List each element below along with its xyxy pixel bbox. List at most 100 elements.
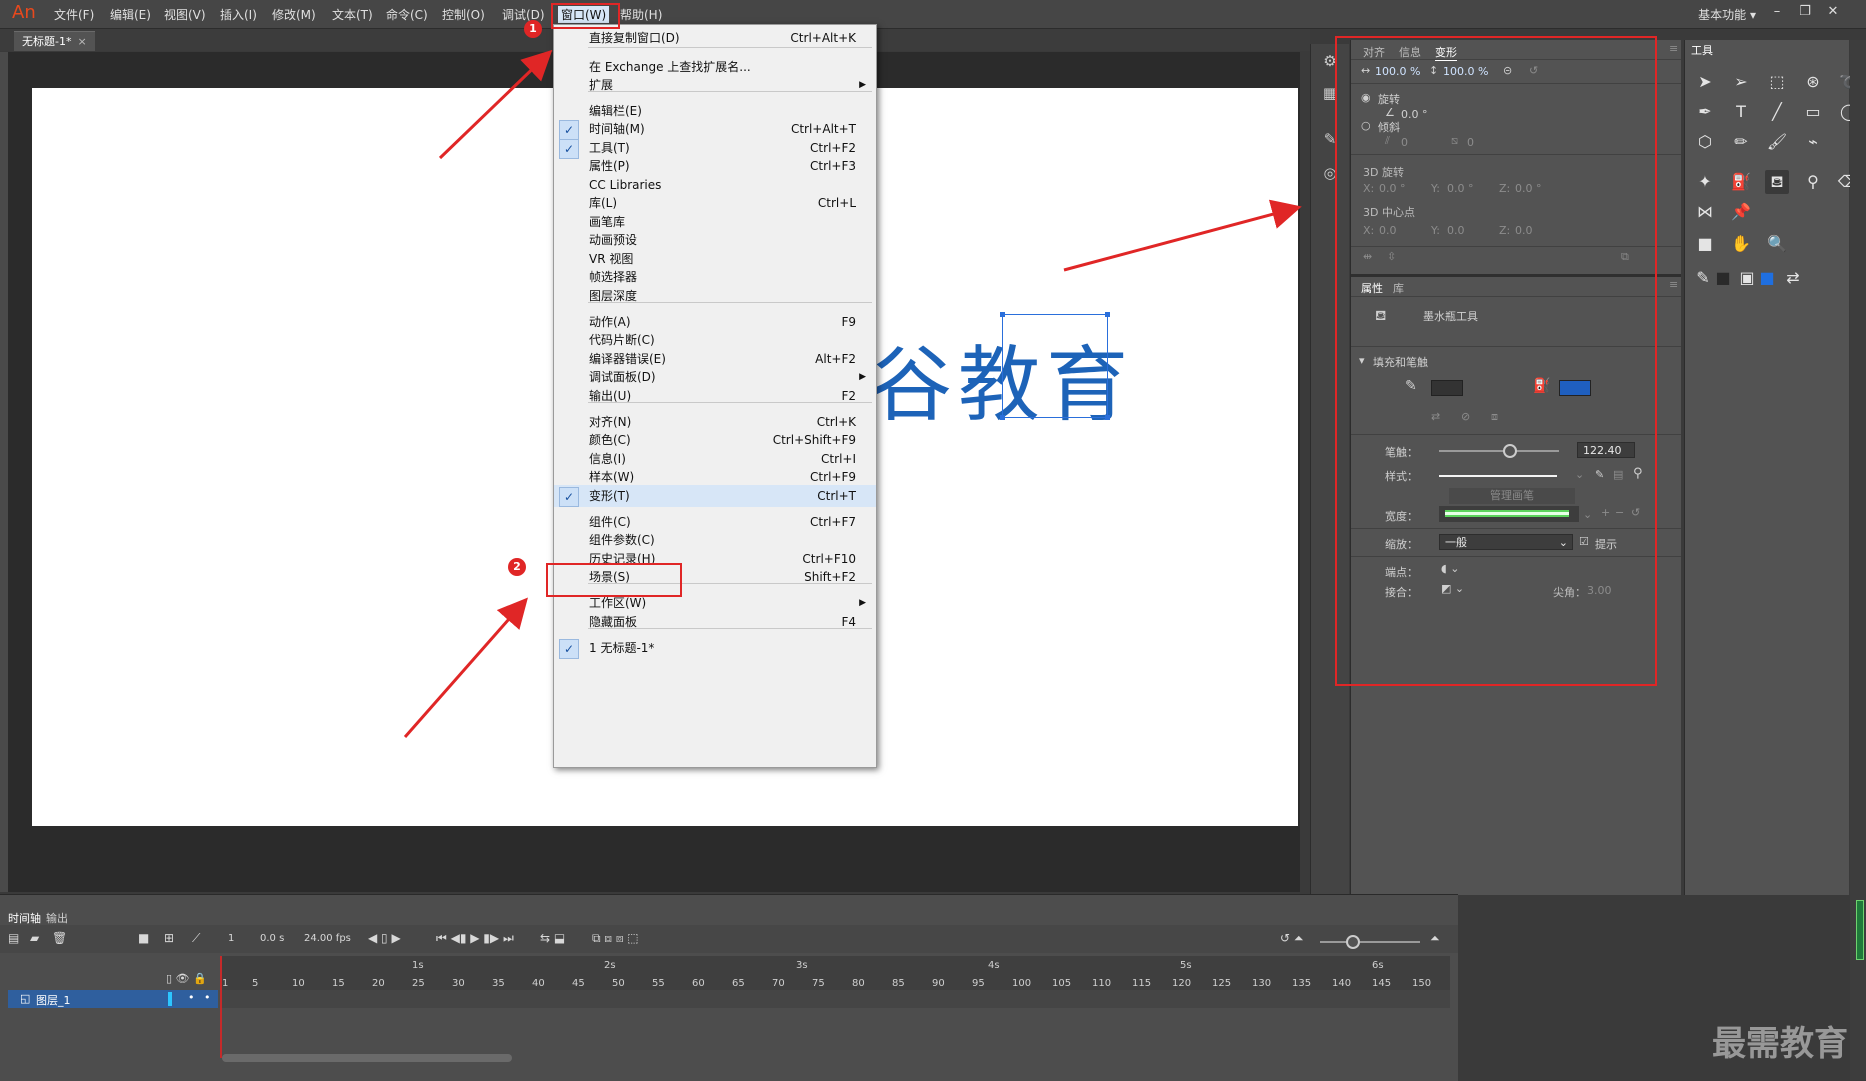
current-time[interactable]: 0.0 s [260, 933, 284, 944]
menu-item-7[interactable]: 控制(O) [442, 6, 485, 23]
timeline-frame-tick: 135 [1292, 978, 1312, 989]
zoom-tool-icon[interactable]: 🔍 [1765, 232, 1789, 256]
pin-tool-icon[interactable]: 📌 [1729, 200, 1753, 224]
panel-menu-icon[interactable]: ≡ [1669, 42, 1678, 55]
tab-timeline[interactable]: 时间轴 [8, 910, 41, 926]
close-icon[interactable]: ✕ [1822, 4, 1844, 22]
timeline-frame-tick: 1 [222, 978, 229, 989]
ink-bottle-tool-icon[interactable]: ⛾ [1765, 170, 1789, 194]
annotation-highlight-transform-item [546, 563, 682, 597]
window-menu-item-label: 扩展 [589, 78, 614, 92]
line-tool-icon[interactable]: ╱ [1765, 100, 1789, 124]
window-menu-item-label: 直接复制窗口(D) [589, 31, 680, 45]
timeline-frame-tick: 120 [1172, 978, 1192, 989]
layer-name[interactable]: 图层_1 [36, 992, 71, 1008]
menu-item-0[interactable]: 文件(F) [54, 6, 94, 23]
current-frame[interactable]: 1 [228, 933, 234, 944]
delete-layer-icon[interactable]: 🗑 [52, 931, 67, 945]
prev-frame-icon[interactable]: ◀ ▯ ▶ [368, 931, 401, 945]
window-menu-item-shortcut: Shift+F2 [804, 570, 856, 584]
zoom-slider-track[interactable] [1320, 941, 1420, 943]
window-menu-item[interactable]: 隐藏面板 F4 [554, 611, 876, 633]
window-menu-item[interactable]: ✓ 1 无标题-1* [554, 637, 876, 659]
timeline-frame-tick: 35 [492, 978, 505, 989]
selection-handle[interactable] [1105, 415, 1110, 420]
fit-icon[interactable]: ⏶ [1430, 931, 1440, 946]
timeline-second-label: 6s [1372, 960, 1384, 971]
document-tab[interactable]: 无标题-1* × [14, 31, 95, 51]
graph-icon[interactable]: ⟋ [192, 931, 200, 946]
playback-controls[interactable]: ⏮ ◀▮ ▶ ▮▶ ⏭ [436, 931, 514, 946]
menu-item-4[interactable]: 修改(M) [272, 6, 316, 23]
window-menu-item[interactable]: 图层深度 [554, 285, 876, 307]
window-menu-item[interactable]: 输出(U) F2 [554, 385, 876, 407]
zoom-slider-knob[interactable] [1346, 935, 1360, 949]
3d-rotation-tool-icon[interactable]: ⊛ [1801, 70, 1825, 94]
pen-tool-icon[interactable]: ✒ [1693, 100, 1717, 124]
workspace-switcher[interactable]: 基本功能 ▾ [1698, 6, 1756, 23]
window-menu-item-label: 1 无标题-1* [589, 641, 655, 655]
show-hide-icon[interactable]: ▯ 👁 🔒 [166, 972, 207, 985]
stroke-swatch-icon[interactable]: ■ [1711, 266, 1735, 290]
playhead[interactable] [220, 956, 222, 1058]
selection-handle[interactable] [1000, 312, 1005, 317]
eyedropper-tool-icon[interactable]: ⚲ [1801, 170, 1825, 194]
window-menu-item[interactable]: 直接复制窗口(D) Ctrl+Alt+K [554, 27, 876, 49]
paint-bucket-tool-icon[interactable]: ⛽ [1729, 170, 1753, 194]
new-folder-icon[interactable]: ▰ [30, 931, 39, 945]
swap-icon[interactable]: ⇄ [1781, 266, 1805, 290]
rectangle-tool-icon[interactable]: ▭ [1801, 100, 1825, 124]
minimize-icon[interactable]: – [1766, 4, 1788, 22]
text-tool-icon[interactable]: T [1729, 100, 1753, 124]
frame-rate[interactable]: 24.00 fps [304, 933, 351, 944]
restore-icon[interactable]: ❐ [1794, 4, 1816, 22]
free-transform-tool-icon[interactable]: ⬚ [1765, 70, 1789, 94]
tab-output[interactable]: 输出 [46, 910, 68, 926]
close-tab-icon[interactable]: × [77, 35, 86, 48]
center-frame-icon[interactable]: ↺ ⏶ [1280, 931, 1303, 946]
new-layer-icon[interactable]: ▤ [8, 931, 19, 945]
watermark: 最需教育 [1712, 1024, 1848, 1064]
menu-item-2[interactable]: 视图(V) [164, 6, 206, 23]
width-tool-icon[interactable]: ⋈ [1693, 200, 1717, 224]
selection-handle[interactable] [1000, 415, 1005, 420]
window-menu-item[interactable]: ✓ 变形(T) Ctrl+T [554, 485, 876, 507]
onion-skin-icon[interactable]: ⧉ ⧈ ⧇ ⬚ [592, 931, 639, 946]
menu-item-5[interactable]: 文本(T) [332, 6, 373, 23]
paint-brush-tool-icon[interactable]: 🖌 [1765, 130, 1789, 154]
selection-tool-icon[interactable]: ➤ [1693, 70, 1717, 94]
pencil-tool-icon[interactable]: ✏ [1729, 130, 1753, 154]
layer-icon: ◱ [20, 992, 31, 1005]
camera-tool-icon[interactable]: ■ [1693, 232, 1717, 256]
window-menu-item-shortcut: F4 [841, 615, 856, 629]
timeline-frame-tick: 50 [612, 978, 625, 989]
timeline-frame-tick: 100 [1012, 978, 1032, 989]
menu-item-6[interactable]: 命令(C) [386, 6, 428, 23]
menu-item-1[interactable]: 编辑(E) [110, 6, 151, 23]
hand-tool-icon[interactable]: ✋ [1729, 232, 1753, 256]
layer-row[interactable]: ◱ 图层_1 • • [8, 990, 218, 1008]
menu-item-8[interactable]: 调试(D) [502, 6, 545, 23]
timeline-frame-tick: 75 [812, 978, 825, 989]
window-menu-item[interactable]: 扩展 ▶ [554, 74, 876, 96]
fill-swatch-icon[interactable]: ■ [1755, 266, 1779, 290]
menu-item-3[interactable]: 插入(I) [220, 6, 257, 23]
timeline-frame-tick: 30 [452, 978, 465, 989]
camera-icon[interactable]: ■ [138, 931, 149, 945]
layer-visibility-toggle[interactable]: • [188, 991, 195, 1004]
timeline-frame-tick: 5 [252, 978, 259, 989]
polystar-tool-icon[interactable]: ⬡ [1693, 130, 1717, 154]
subselection-tool-icon[interactable]: ➢ [1729, 70, 1753, 94]
panel-menu-icon[interactable]: ≡ [1669, 278, 1678, 291]
annotation-highlight-window-menu [551, 3, 620, 29]
selection-handle[interactable] [1105, 312, 1110, 317]
layer-depth-icon[interactable]: ⊞ [164, 931, 174, 945]
loop-icon[interactable]: ⇆ ⬓ [540, 931, 565, 945]
checkmark-icon: ✓ [559, 639, 579, 659]
layer-lock-toggle[interactable]: • [204, 991, 211, 1004]
menu-item-10[interactable]: 帮助(H) [620, 6, 662, 23]
timeline-scrollbar[interactable] [222, 1054, 512, 1062]
bone-tool-icon[interactable]: ✦ [1693, 170, 1717, 194]
layer-frames[interactable] [222, 990, 1450, 1008]
brush-tool-icon[interactable]: ⌁ [1801, 130, 1825, 154]
